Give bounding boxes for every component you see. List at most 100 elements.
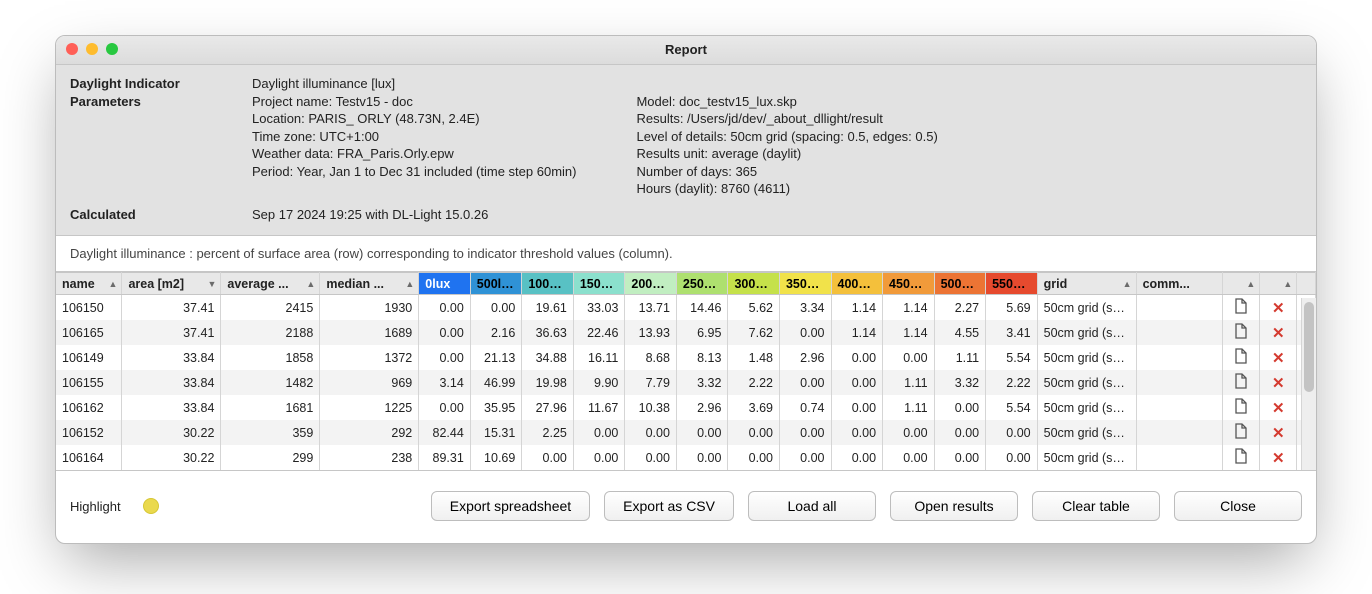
row-delete-icon[interactable]: ✕ [1260,395,1297,420]
cell-lux-0: 0.00 [419,320,471,345]
cell-lux-5: 0.00 [676,445,728,470]
col-comm[interactable]: comm... [1136,273,1223,295]
cell-lux-8: 1.14 [831,295,883,321]
table-row[interactable]: 10616233.84168112250.0035.9527.9611.6710… [56,395,1316,420]
row-open-icon[interactable] [1223,370,1260,395]
col-grid[interactable]: grid▲ [1037,273,1136,295]
cell-lux-4: 13.93 [625,320,677,345]
cell-lux-3: 22.46 [573,320,625,345]
col-lux-10[interactable]: 5000lux [934,273,986,295]
col-lux-2[interactable]: 1000lux [522,273,574,295]
load-all-button[interactable]: Load all [748,491,876,521]
col-median[interactable]: median ...▲ [320,273,419,295]
export-spreadsheet-button[interactable]: Export spreadsheet [431,491,590,521]
cell-lux-1: 2.16 [470,320,522,345]
table-row[interactable]: 10616537.41218816890.002.1636.6322.4613.… [56,320,1316,345]
table-row[interactable]: 10616430.2229923889.3110.690.000.000.000… [56,445,1316,470]
header-pane: Daylight Indicator Daylight illuminance … [56,65,1316,236]
table-row[interactable]: 10615230.2235929282.4415.312.250.000.000… [56,420,1316,445]
col-lux-0[interactable]: 0lux [419,273,471,295]
col-area[interactable]: area [m2]▼ [122,273,221,295]
cell-lux-6: 5.62 [728,295,780,321]
col-action-sort[interactable]: ▲ [1223,273,1260,295]
cell-grid: 50cm grid (sp... [1037,345,1136,370]
clear-table-button[interactable]: Clear table [1032,491,1160,521]
cell-lux-3: 11.67 [573,395,625,420]
col-name[interactable]: name▲ [56,273,122,295]
cell-lux-2: 19.61 [522,295,574,321]
cell-lux-2: 2.25 [522,420,574,445]
vertical-scrollbar[interactable] [1301,298,1316,470]
cell-average: 1482 [221,370,320,395]
cell-name: 106155 [56,370,122,395]
cell-grid: 50cm grid (sp... [1037,370,1136,395]
row-open-icon[interactable] [1223,445,1260,470]
cell-lux-10: 0.00 [934,420,986,445]
cell-average: 2415 [221,295,320,321]
cell-lux-5: 0.00 [676,420,728,445]
cell-comm [1136,320,1223,345]
cell-lux-5: 3.32 [676,370,728,395]
row-delete-icon[interactable]: ✕ [1260,445,1297,470]
col-action-sort2[interactable]: ▲ [1260,273,1297,295]
row-delete-icon[interactable]: ✕ [1260,295,1297,321]
col-average[interactable]: average ...▲ [221,273,320,295]
minimize-window-icon[interactable] [86,43,98,55]
cell-lux-7: 3.34 [779,295,831,321]
cell-lux-8: 0.00 [831,345,883,370]
cell-lux-2: 19.98 [522,370,574,395]
col-lux-6[interactable]: 3000lux [728,273,780,295]
cell-average: 2188 [221,320,320,345]
export-csv-button[interactable]: Export as CSV [604,491,734,521]
row-delete-icon[interactable]: ✕ [1260,320,1297,345]
row-open-icon[interactable] [1223,345,1260,370]
cell-median: 969 [320,370,419,395]
col-lux-5[interactable]: 2500lux [676,273,728,295]
cell-lux-2: 0.00 [522,445,574,470]
cell-lux-5: 14.46 [676,295,728,321]
row-delete-icon[interactable]: ✕ [1260,345,1297,370]
highlight-label: Highlight [70,499,121,514]
cell-grid: 50cm grid (sp... [1037,320,1136,345]
col-lux-4[interactable]: 2000lux [625,273,677,295]
cell-lux-10: 2.27 [934,295,986,321]
cell-comm [1136,345,1223,370]
zoom-window-icon[interactable] [106,43,118,55]
cell-lux-0: 89.31 [419,445,471,470]
table-row[interactable]: 10615533.8414829693.1446.9919.989.907.79… [56,370,1316,395]
col-lux-7[interactable]: 3500lux [779,273,831,295]
row-open-icon[interactable] [1223,320,1260,345]
row-open-icon[interactable] [1223,295,1260,321]
table-row[interactable]: 10615037.41241519300.000.0019.6133.0313.… [56,295,1316,321]
calculated-value: Sep 17 2024 19:25 with DL-Light 15.0.26 [252,206,488,224]
col-lux-3[interactable]: 1500lux [573,273,625,295]
cell-name: 106150 [56,295,122,321]
cell-lux-6: 3.69 [728,395,780,420]
highlight-indicator-icon[interactable] [143,498,159,514]
col-scroll-spacer [1297,273,1316,295]
cell-median: 292 [320,420,419,445]
row-open-icon[interactable] [1223,420,1260,445]
col-lux-1[interactable]: 500lux [470,273,522,295]
cell-lux-6: 0.00 [728,420,780,445]
scrollbar-thumb[interactable] [1304,302,1314,392]
close-window-icon[interactable] [66,43,78,55]
close-button[interactable]: Close [1174,491,1302,521]
row-delete-icon[interactable]: ✕ [1260,420,1297,445]
open-results-button[interactable]: Open results [890,491,1018,521]
sort-icon: ▲ [306,279,315,289]
col-lux-8[interactable]: 4000lux [831,273,883,295]
row-open-icon[interactable] [1223,395,1260,420]
cell-lux-4: 8.68 [625,345,677,370]
indicator-value: Daylight illuminance [lux] [252,75,395,93]
col-lux-11[interactable]: 5500lux [986,273,1038,295]
param-weather: Weather data: FRA_Paris.Orly.epw [252,145,576,163]
cell-comm [1136,420,1223,445]
cell-lux-5: 8.13 [676,345,728,370]
row-delete-icon[interactable]: ✕ [1260,370,1297,395]
table-row[interactable]: 10614933.84185813720.0021.1334.8816.118.… [56,345,1316,370]
cell-lux-11: 5.69 [986,295,1038,321]
col-lux-9[interactable]: 4500lux [883,273,935,295]
sort-icon: ▲ [109,279,118,289]
cell-lux-7: 0.00 [779,420,831,445]
